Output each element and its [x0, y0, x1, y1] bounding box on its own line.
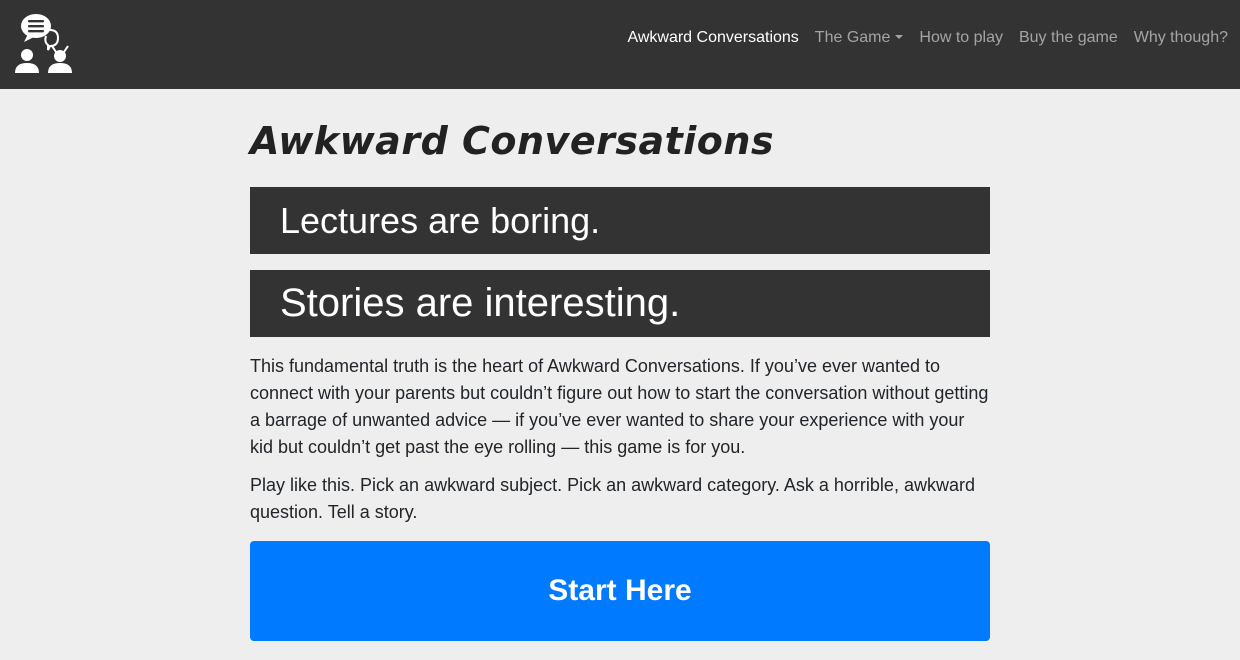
intro-paragraph: This fundamental truth is the heart of A…	[250, 356, 989, 457]
nav-item-awkward-conversations[interactable]: Awkward Conversations	[627, 29, 798, 47]
nav-item-the-game-dropdown[interactable]: The Game	[815, 29, 904, 47]
top-navbar: Awkward Conversations The Game How to pl…	[0, 0, 1240, 89]
banner-stories: Stories are interesting.	[250, 270, 990, 337]
page-title: Awkward Conversations	[250, 119, 775, 163]
banner-lectures: Lectures are boring.	[250, 187, 990, 254]
nav-item-buy-the-game[interactable]: Buy the game	[1019, 29, 1118, 47]
brand-logo-link[interactable]	[14, 10, 72, 80]
caret-down-icon	[895, 34, 904, 39]
nav-item-why-though[interactable]: Why though?	[1134, 29, 1228, 47]
nav-item-the-game-label: The Game	[814, 28, 891, 46]
nav-item-how-to-play[interactable]: How to play	[919, 29, 1003, 47]
nav-menu: Awkward Conversations The Game How to pl…	[627, 29, 1228, 47]
how-to-play-paragraph: Play like this. Pick an awkward subject.…	[250, 475, 975, 522]
main-content: Awkward Conversations Lectures are borin…	[250, 89, 990, 641]
start-here-button[interactable]: Start Here	[250, 541, 990, 641]
chat-people-logo-icon	[15, 13, 72, 73]
